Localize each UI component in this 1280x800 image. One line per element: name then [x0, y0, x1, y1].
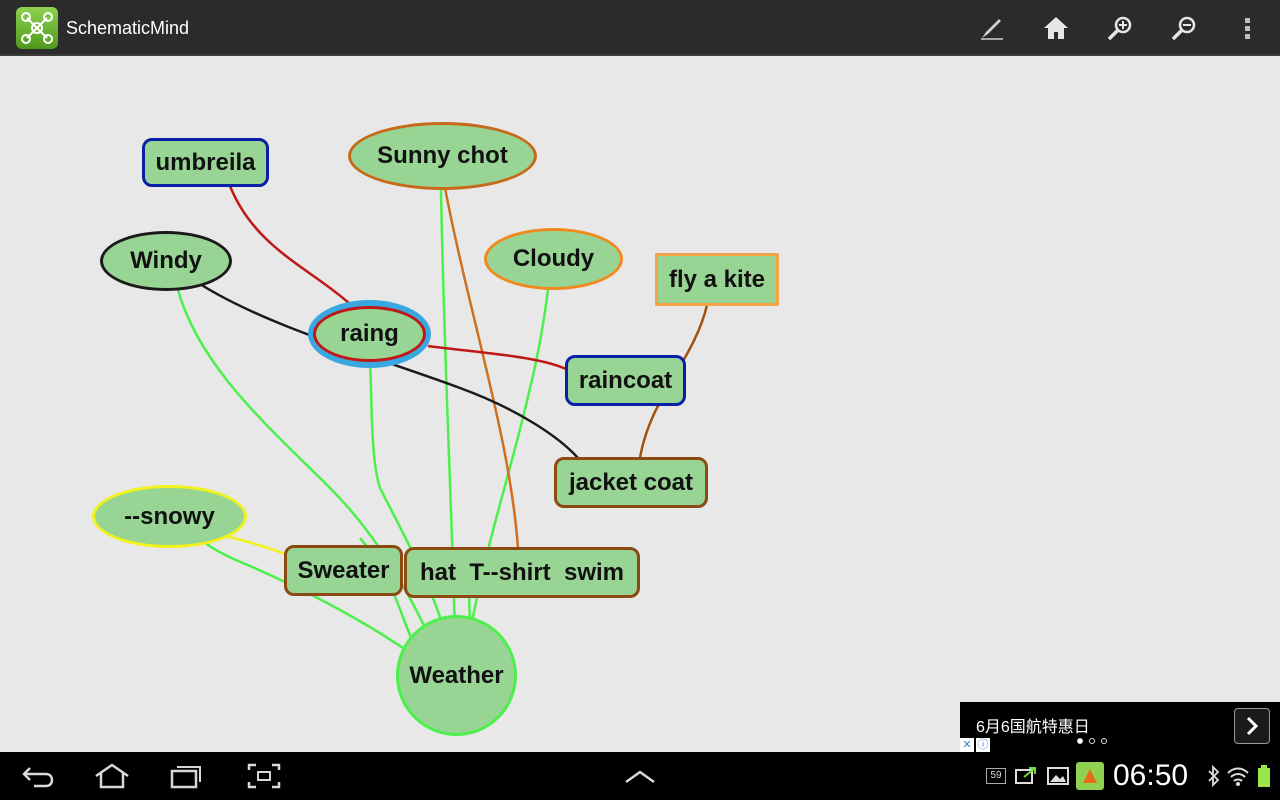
- home-icon[interactable]: [1034, 8, 1078, 48]
- battery-icon: [1252, 764, 1276, 788]
- app-title: SchematicMind: [66, 18, 190, 38]
- node-label: hat T--shirt swim: [419, 558, 625, 586]
- edge-weather-raing: [368, 363, 454, 661]
- ad-dot: [1101, 738, 1107, 744]
- app-notification-icon: [1076, 762, 1104, 790]
- node-umbreila[interactable]: umbreila: [142, 138, 269, 187]
- node-jacket-coat[interactable]: jacket coat: [554, 457, 708, 508]
- node-fly-a-kite[interactable]: fly a kite: [655, 253, 779, 306]
- recent-apps-icon[interactable]: [160, 756, 212, 796]
- node-sunny-chot[interactable]: Sunny chot: [348, 122, 537, 190]
- action-bar: SchematicMind: [0, 0, 1280, 56]
- node-weather[interactable]: Weather: [396, 615, 517, 736]
- zoom-in-icon[interactable]: [1098, 8, 1142, 48]
- node-label: raing: [340, 320, 399, 347]
- screenshot-icon[interactable]: [238, 756, 290, 796]
- node-snowy[interactable]: --snowy: [92, 485, 247, 548]
- chevron-right-icon[interactable]: [1234, 708, 1270, 744]
- overflow-menu-icon[interactable]: [1226, 8, 1270, 48]
- sync-icon: [1014, 764, 1038, 788]
- node-label: fly a kite: [668, 265, 766, 293]
- schematicmind-logo-icon[interactable]: [16, 7, 58, 49]
- node-label: raincoat: [578, 366, 673, 394]
- ad-info-icon[interactable]: ⓘ: [976, 738, 990, 752]
- home-nav-icon[interactable]: [86, 756, 138, 796]
- back-icon[interactable]: [12, 756, 64, 796]
- system-bar: 59 06:50: [0, 752, 1280, 800]
- node-sweater[interactable]: Sweater: [284, 545, 403, 596]
- node-raincoat[interactable]: raincoat: [565, 355, 686, 406]
- node-cloudy[interactable]: Cloudy: [484, 228, 623, 290]
- zoom-out-icon[interactable]: [1162, 8, 1206, 48]
- node-label: --snowy: [124, 502, 215, 530]
- edge-snowy-sweater: [224, 534, 291, 558]
- node-hat-tshirt-swim[interactable]: hat T--shirt swim: [404, 547, 640, 598]
- notification-count-badge[interactable]: 59: [986, 768, 1006, 784]
- node-label: Sunny chot: [377, 142, 508, 169]
- node-raing[interactable]: raing: [308, 300, 431, 368]
- node-label: Windy: [130, 247, 202, 274]
- wifi-icon: [1226, 764, 1250, 788]
- edge-weather-sunny: [439, 189, 458, 671]
- node-label: umbreila: [155, 148, 256, 176]
- clock: 06:50: [1113, 759, 1189, 792]
- ad-text: 6月6国航特惠日: [976, 719, 1090, 736]
- node-raing-inner: raing: [313, 306, 426, 362]
- bluetooth-icon: [1202, 764, 1226, 788]
- edge-weather-cloudy: [462, 289, 550, 671]
- node-label: jacket coat: [568, 468, 694, 496]
- edit-pen-icon[interactable]: [970, 8, 1014, 48]
- ad-close-icon[interactable]: ✕: [960, 738, 974, 752]
- node-windy[interactable]: Windy: [100, 231, 232, 291]
- node-label: Cloudy: [512, 245, 595, 272]
- ad-page-dots: [1077, 738, 1107, 744]
- chevron-up-icon[interactable]: [614, 756, 666, 796]
- node-label: Sweater: [297, 556, 390, 584]
- node-label: Weather: [409, 661, 504, 689]
- image-icon: [1046, 764, 1070, 788]
- app-root: SchematicMind umbreila Sunny chot Windy …: [0, 0, 1280, 800]
- edge-raing-raincoat: [427, 344, 569, 372]
- ad-dot: [1089, 738, 1095, 744]
- edge-raing-umbreila: [228, 185, 351, 305]
- ad-banner[interactable]: 6月6国航特惠日 ✕ ⓘ: [960, 702, 1280, 752]
- ad-dot: [1077, 738, 1083, 744]
- mindmap-canvas[interactable]: umbreila Sunny chot Windy Cloudy fly a k…: [0, 58, 1280, 752]
